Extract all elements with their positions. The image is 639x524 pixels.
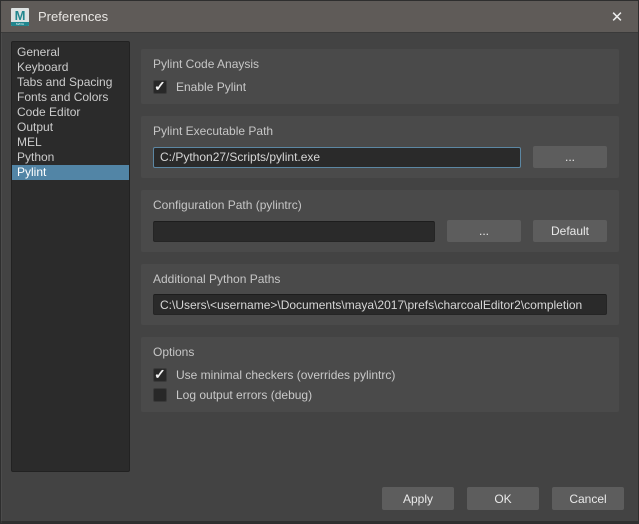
maya-app-icon: M MAYA (11, 8, 29, 26)
checkbox-label: Log output errors (debug) (176, 388, 312, 402)
dialog-footer: Apply OK Cancel (382, 487, 624, 510)
preferences-dialog: M MAYA Preferences General Keyboard Tabs… (0, 0, 639, 524)
close-icon[interactable] (608, 8, 626, 26)
checkbox-icon[interactable] (153, 80, 167, 94)
group-config-path: Configuration Path (pylintrc) ... Defaul… (141, 190, 619, 252)
group-pylint-code-analysis: Pylint Code Anaysis Enable Pylint (141, 49, 619, 104)
sidebar-item-fonts-and-colors[interactable]: Fonts and Colors (12, 90, 129, 105)
pylint-settings-panel: Pylint Code Anaysis Enable Pylint Pylint… (141, 49, 619, 424)
group-title: Pylint Executable Path (153, 124, 607, 138)
group-title: Options (153, 345, 607, 359)
config-path-input[interactable] (153, 221, 435, 242)
checkbox-icon[interactable] (153, 388, 167, 402)
browse-config-button[interactable]: ... (447, 220, 521, 242)
category-list: General Keyboard Tabs and Spacing Fonts … (11, 41, 130, 472)
python-paths-row (153, 294, 607, 315)
group-title: Pylint Code Anaysis (153, 57, 607, 71)
sidebar-item-code-editor[interactable]: Code Editor (12, 105, 129, 120)
group-executable-path: Pylint Executable Path ... (141, 116, 619, 178)
sidebar-item-python[interactable]: Python (12, 150, 129, 165)
checkbox-icon[interactable] (153, 368, 167, 382)
additional-python-paths-input[interactable] (153, 294, 607, 315)
sidebar-item-pylint[interactable]: Pylint (12, 165, 129, 180)
sidebar-item-mel[interactable]: MEL (12, 135, 129, 150)
group-title: Additional Python Paths (153, 272, 607, 286)
sidebar-item-keyboard[interactable]: Keyboard (12, 60, 129, 75)
config-path-row: ... Default (153, 220, 607, 242)
executable-path-row: ... (153, 146, 607, 168)
sidebar-item-tabs-and-spacing[interactable]: Tabs and Spacing (12, 75, 129, 90)
group-options: Options Use minimal checkers (overrides … (141, 337, 619, 412)
minimal-checkers-checkbox-row[interactable]: Use minimal checkers (overrides pylintrc… (153, 368, 607, 382)
titlebar[interactable]: M MAYA Preferences (1, 1, 638, 33)
log-output-errors-checkbox-row[interactable]: Log output errors (debug) (153, 388, 607, 402)
maya-logo-caption: MAYA (11, 22, 29, 26)
sidebar-item-output[interactable]: Output (12, 120, 129, 135)
maya-logo-letter: M (15, 9, 26, 22)
group-python-paths: Additional Python Paths (141, 264, 619, 325)
default-config-button[interactable]: Default (533, 220, 607, 242)
apply-button[interactable]: Apply (382, 487, 454, 510)
sidebar-item-general[interactable]: General (12, 45, 129, 60)
checkbox-label: Enable Pylint (176, 80, 246, 94)
pylint-executable-path-input[interactable] (153, 147, 521, 168)
cancel-button[interactable]: Cancel (552, 487, 624, 510)
group-title: Configuration Path (pylintrc) (153, 198, 607, 212)
window-title: Preferences (38, 9, 108, 24)
enable-pylint-checkbox-row[interactable]: Enable Pylint (153, 80, 607, 94)
checkbox-label: Use minimal checkers (overrides pylintrc… (176, 368, 395, 382)
browse-executable-button[interactable]: ... (533, 146, 607, 168)
ok-button[interactable]: OK (467, 487, 539, 510)
